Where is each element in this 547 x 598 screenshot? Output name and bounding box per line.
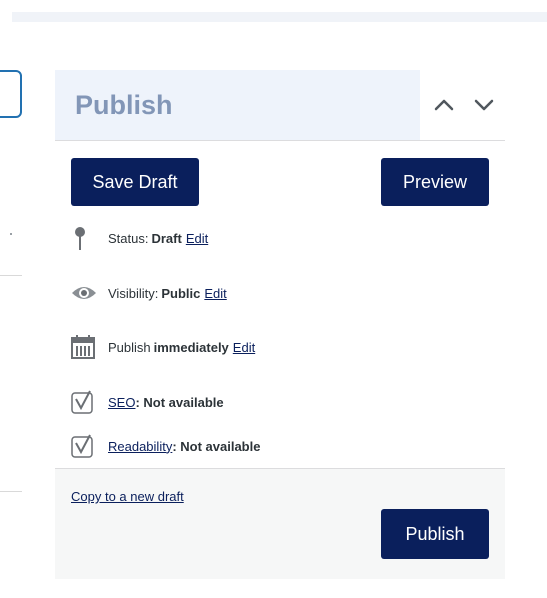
visibility-row: Visibility: Public Edit (70, 280, 227, 306)
top-strip (12, 12, 547, 22)
readability-link[interactable]: Readability (108, 439, 172, 454)
readability-row: Readability : Not available (70, 433, 260, 459)
yoast-icon (70, 433, 98, 459)
status-edit-link[interactable]: Edit (186, 231, 208, 246)
visibility-edit-link[interactable]: Edit (204, 286, 226, 301)
seo-row: SEO : Not available (70, 389, 224, 415)
seo-link[interactable]: SEO (108, 395, 135, 410)
schedule-value: immediately (153, 339, 229, 355)
left-panel-control[interactable] (0, 70, 22, 118)
publish-button[interactable]: Publish (381, 509, 489, 559)
schedule-edit-link[interactable]: Edit (233, 340, 255, 355)
save-draft-button[interactable]: Save Draft (71, 158, 199, 206)
publish-panel: Publish Save Draft Preview Status: Draft… (55, 70, 505, 579)
eye-icon (70, 280, 98, 306)
schedule-label: Publish (108, 339, 151, 355)
status-row: Status: Draft Edit (70, 225, 208, 251)
left-marker (10, 233, 12, 235)
schedule-row: Publish immediately Edit (70, 334, 255, 360)
chevron-down-icon[interactable] (471, 92, 497, 118)
visibility-value: Public (161, 285, 201, 301)
copy-to-new-draft-link[interactable]: Copy to a new draft (71, 489, 184, 504)
status-value: Draft (151, 230, 182, 246)
seo-status: : Not available (135, 394, 224, 410)
left-divider (0, 491, 22, 492)
status-label: Status: (108, 230, 149, 246)
readability-status: : Not available (172, 438, 261, 454)
yoast-icon (70, 389, 98, 415)
panel-header: Publish (55, 70, 505, 141)
chevron-up-icon[interactable] (431, 92, 457, 118)
calendar-icon (70, 334, 98, 360)
panel-title: Publish (75, 90, 173, 120)
panel-title-box[interactable]: Publish (55, 70, 420, 140)
visibility-label: Visibility: (108, 285, 159, 301)
preview-button[interactable]: Preview (381, 158, 489, 206)
pin-icon (70, 225, 98, 251)
left-divider (0, 275, 22, 276)
panel-footer: Copy to a new draft Publish (55, 468, 505, 579)
